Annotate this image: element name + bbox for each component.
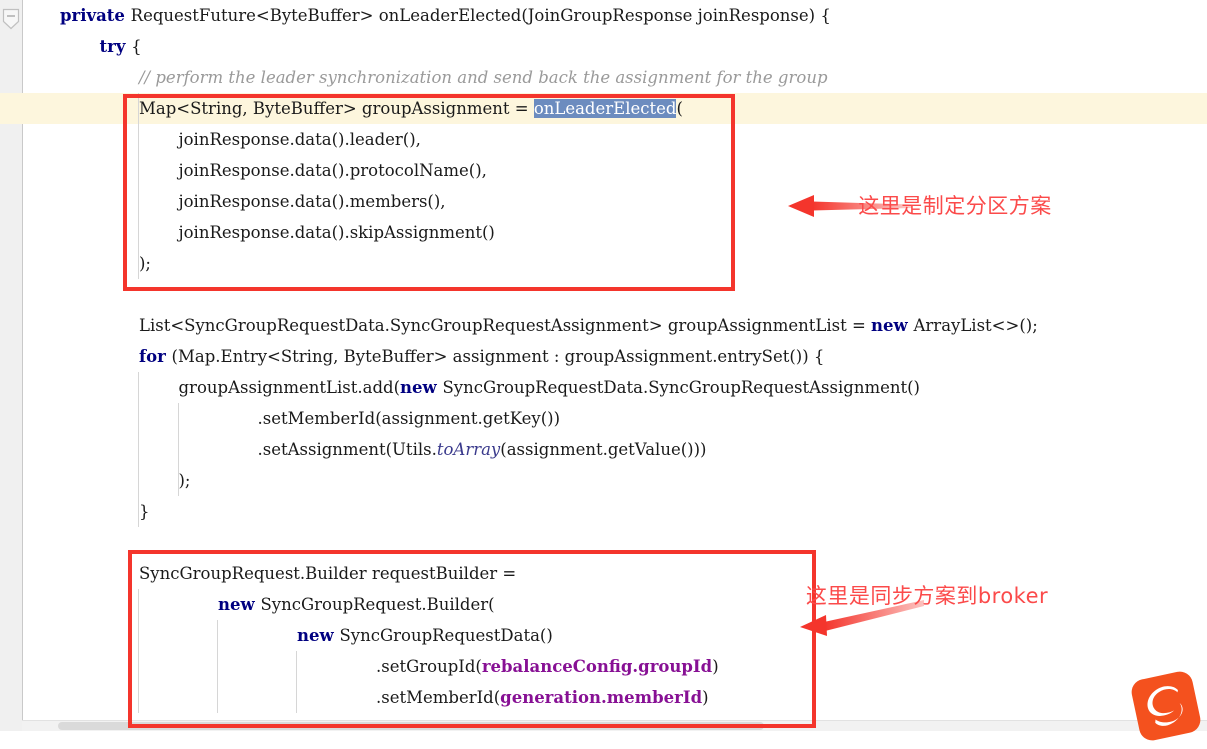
code-token: ); bbox=[178, 471, 191, 490]
code-token: SyncGroupRequest.Builder requestBuilder … bbox=[139, 564, 517, 583]
code-token: SyncGroupRequest.Builder( bbox=[260, 595, 495, 614]
code-token: private bbox=[60, 6, 131, 25]
code-line[interactable]: new SyncGroupRequestData() bbox=[0, 620, 1207, 651]
horizontal-scrollbar-thumb[interactable] bbox=[58, 722, 764, 730]
code-token: ) bbox=[712, 657, 719, 676]
code-line[interactable]: new SyncGroupRequest.Builder( bbox=[0, 589, 1207, 620]
code-token: (assignment.getValue())) bbox=[500, 440, 707, 459]
code-token: .setAssignment(Utils. bbox=[257, 440, 437, 459]
indent-guide bbox=[296, 651, 297, 713]
horizontal-scrollbar-track[interactable] bbox=[22, 720, 1207, 731]
indent-guide bbox=[138, 372, 139, 527]
code-token: groupAssignmentList.add( bbox=[178, 378, 401, 397]
code-token: (Map.Entry<String, ByteBuffer> assignmen… bbox=[171, 347, 825, 366]
code-token: joinResponse.data().leader(), bbox=[178, 130, 421, 149]
code-token: toArray bbox=[436, 440, 501, 459]
code-token: ( bbox=[676, 99, 683, 118]
code-token: try bbox=[99, 37, 132, 56]
indent-guide bbox=[177, 403, 179, 496]
code-line[interactable]: groupAssignmentList.add(new SyncGroupReq… bbox=[0, 372, 1207, 403]
code-token: generation.memberId bbox=[500, 688, 703, 707]
indent-guide bbox=[138, 589, 139, 713]
code-line[interactable] bbox=[0, 279, 1207, 310]
code-line[interactable]: joinResponse.data().leader(), bbox=[0, 124, 1207, 155]
code-line[interactable]: try { bbox=[0, 31, 1207, 62]
code-line[interactable] bbox=[0, 527, 1207, 558]
code-token: new bbox=[297, 626, 340, 645]
code-token: SyncGroupRequestData.SyncGroupRequestAss… bbox=[442, 378, 921, 397]
code-token: ); bbox=[139, 254, 151, 273]
code-token: .setMemberId(assignment.getKey()) bbox=[257, 409, 561, 428]
code-token: for bbox=[139, 347, 172, 366]
code-line[interactable]: joinResponse.data().members(), bbox=[0, 186, 1207, 217]
code-token: { bbox=[131, 37, 142, 56]
code-line[interactable]: private RequestFuture<ByteBuffer> onLead… bbox=[0, 0, 1207, 31]
code-token: ) bbox=[702, 688, 709, 707]
code-token: joinResponse.data().members(), bbox=[178, 192, 446, 211]
code-content[interactable]: private RequestFuture<ByteBuffer> onLead… bbox=[0, 0, 1207, 713]
code-line[interactable]: // perform the leader synchronization an… bbox=[0, 62, 1207, 93]
code-line[interactable]: ); bbox=[0, 465, 1207, 496]
indent-guide bbox=[217, 620, 218, 713]
code-line[interactable]: List<SyncGroupRequestData.SyncGroupReque… bbox=[0, 310, 1207, 341]
code-token: joinResponse.data().skipAssignment() bbox=[178, 223, 495, 242]
code-token: List<SyncGroupRequestData.SyncGroupReque… bbox=[139, 316, 872, 335]
code-token: Map<String, ByteBuffer> groupAssignment … bbox=[139, 99, 534, 118]
code-token: .setMemberId( bbox=[376, 688, 501, 707]
code-token: .setGroupId( bbox=[376, 657, 482, 676]
code-line[interactable]: SyncGroupRequest.Builder requestBuilder … bbox=[0, 558, 1207, 589]
code-token: joinResponse.data().protocolName(), bbox=[178, 161, 487, 180]
code-token: ArrayList<>(); bbox=[913, 316, 1038, 335]
code-line[interactable]: } bbox=[0, 496, 1207, 527]
code-token: onLeaderElected bbox=[533, 99, 677, 118]
indent-guide bbox=[138, 93, 139, 279]
code-line[interactable]: .setAssignment(Utils.toArray(assignment.… bbox=[0, 434, 1207, 465]
code-token: rebalanceConfig.groupId bbox=[481, 657, 713, 676]
code-line[interactable]: joinResponse.data().skipAssignment() bbox=[0, 217, 1207, 248]
code-token: new bbox=[218, 595, 261, 614]
code-line[interactable]: .setMemberId(assignment.getKey()) bbox=[0, 403, 1207, 434]
code-token: new bbox=[400, 378, 443, 397]
code-token: // perform the leader synchronization an… bbox=[139, 68, 828, 87]
code-editor[interactable]: private RequestFuture<ByteBuffer> onLead… bbox=[0, 0, 1207, 731]
code-token: RequestFuture<ByteBuffer> onLeaderElecte… bbox=[130, 6, 831, 25]
code-line[interactable]: .setMemberId(generation.memberId) bbox=[0, 682, 1207, 713]
code-line[interactable]: for (Map.Entry<String, ByteBuffer> assig… bbox=[0, 341, 1207, 372]
code-token: } bbox=[139, 502, 150, 521]
code-line[interactable]: Map<String, ByteBuffer> groupAssignment … bbox=[0, 93, 1207, 124]
code-token: SyncGroupRequestData() bbox=[339, 626, 553, 645]
code-line[interactable]: joinResponse.data().protocolName(), bbox=[0, 155, 1207, 186]
code-token: new bbox=[871, 316, 914, 335]
code-line[interactable]: .setGroupId(rebalanceConfig.groupId) bbox=[0, 651, 1207, 682]
code-line[interactable]: ); bbox=[0, 248, 1207, 279]
